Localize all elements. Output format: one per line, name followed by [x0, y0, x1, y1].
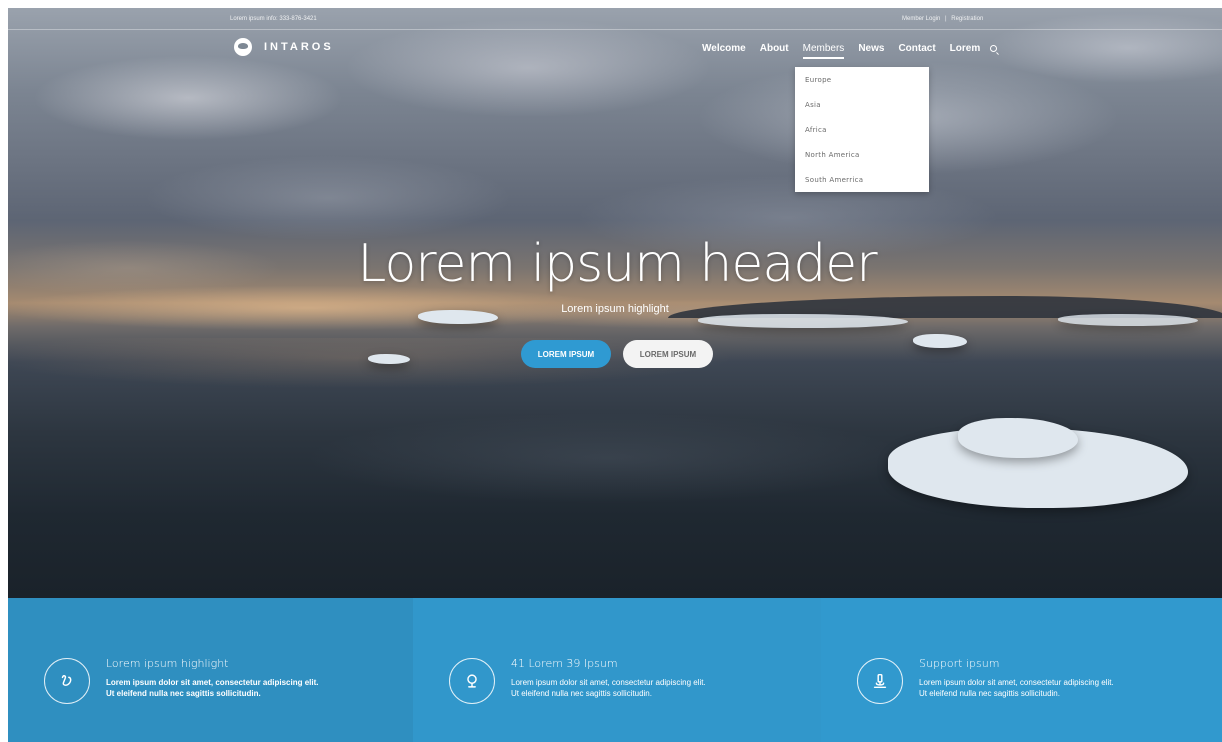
feature-icon-circle [857, 658, 903, 704]
registration-link[interactable]: Registration [951, 16, 983, 22]
hero-subline: Lorem ipsum highlight [561, 303, 669, 315]
hero-headline: Lorem ipsum header [357, 234, 877, 294]
main-nav: Welcome About Members News Contact Lorem [702, 43, 998, 59]
ice-floe [698, 314, 908, 328]
swirl-icon [61, 675, 72, 686]
feature-description-line: Lorem ipsum dolor sit amet, consectetur … [919, 678, 1114, 687]
logo[interactable]: INTAROS [234, 38, 334, 56]
search-icon[interactable] [990, 45, 998, 52]
member-links-separator: | [945, 16, 947, 22]
dropdown-item-europe[interactable]: Europe [795, 76, 929, 101]
nav-item-about[interactable]: About [760, 43, 789, 54]
feature-description-line: Ut eleifend nulla nec sagittis sollicitu… [511, 689, 652, 698]
feature-icon-circle [44, 658, 90, 704]
contact-info: Lorem ipsum info: 333-876-3421 [230, 16, 317, 22]
logo-text: INTAROS [264, 41, 334, 53]
feature-description-line: Lorem ipsum dolor sit amet, consectetur … [106, 678, 319, 687]
feature-card: Support ipsum Lorem ipsum dolor sit amet… [821, 598, 1222, 742]
globe-logo-icon [234, 38, 252, 56]
ice-floe [958, 418, 1078, 458]
nav-item-members[interactable]: Members [802, 43, 844, 59]
feature-card: Lorem ipsum highlight Lorem ipsum dolor … [8, 598, 413, 742]
primary-cta-button[interactable]: LOREM IPSUM [521, 340, 611, 368]
feature-description-line: Ut eleifend nulla nec sagittis sollicitu… [106, 689, 261, 698]
dropdown-item-north-america[interactable]: North America [795, 151, 929, 176]
member-login-link[interactable]: Member Login [902, 16, 940, 22]
feature-description: Lorem ipsum dolor sit amet, consectetur … [919, 677, 1199, 699]
hero-section: Lorem ipsum info: 333-876-3421 Member Lo… [8, 8, 1222, 598]
feature-description-line: Ut eleifend nulla nec sagittis sollicitu… [919, 689, 1060, 698]
ice-floe [913, 334, 967, 348]
feature-description: Lorem ipsum dolor sit amet, consectetur … [511, 677, 791, 699]
nav-item-lorem[interactable]: Lorem [950, 43, 981, 54]
member-links: Member Login | Registration [902, 16, 986, 22]
ice-floe [1058, 314, 1198, 326]
nav-item-news[interactable]: News [858, 43, 884, 54]
microscope-icon [873, 673, 887, 689]
dropdown-item-south-america[interactable]: South Amerrica [795, 176, 929, 201]
feature-icon-circle [449, 658, 495, 704]
feature-card: 41 Lorem 39 Ipsum Lorem ipsum dolor sit … [413, 598, 821, 742]
page-frame: Lorem ipsum info: 333-876-3421 Member Lo… [8, 8, 1222, 742]
dropdown-item-africa[interactable]: Africa [795, 126, 929, 151]
feature-description: Lorem ipsum dolor sit amet, consectetur … [106, 677, 386, 699]
feature-strip: Lorem ipsum highlight Lorem ipsum dolor … [8, 598, 1222, 742]
secondary-cta-button[interactable]: LOREM IPSUM [623, 340, 713, 368]
feature-title: Support ipsum [919, 657, 1000, 670]
dropdown-item-asia[interactable]: Asia [795, 101, 929, 126]
nav-item-welcome[interactable]: Welcome [702, 43, 746, 54]
members-dropdown: Europe Asia Africa North America South A… [795, 67, 929, 192]
feature-title: 41 Lorem 39 Ipsum [511, 657, 618, 670]
hero-cta-row: LOREM IPSUM LOREM IPSUM [521, 340, 713, 368]
ice-floe [368, 354, 410, 364]
feature-description-line: Lorem ipsum dolor sit amet, consectetur … [511, 678, 706, 687]
location-pin-icon [467, 674, 477, 688]
feature-title: Lorem ipsum highlight [106, 657, 229, 670]
nav-item-contact[interactable]: Contact [898, 43, 935, 54]
top-info-bar: Lorem ipsum info: 333-876-3421 Member Lo… [8, 8, 1222, 30]
